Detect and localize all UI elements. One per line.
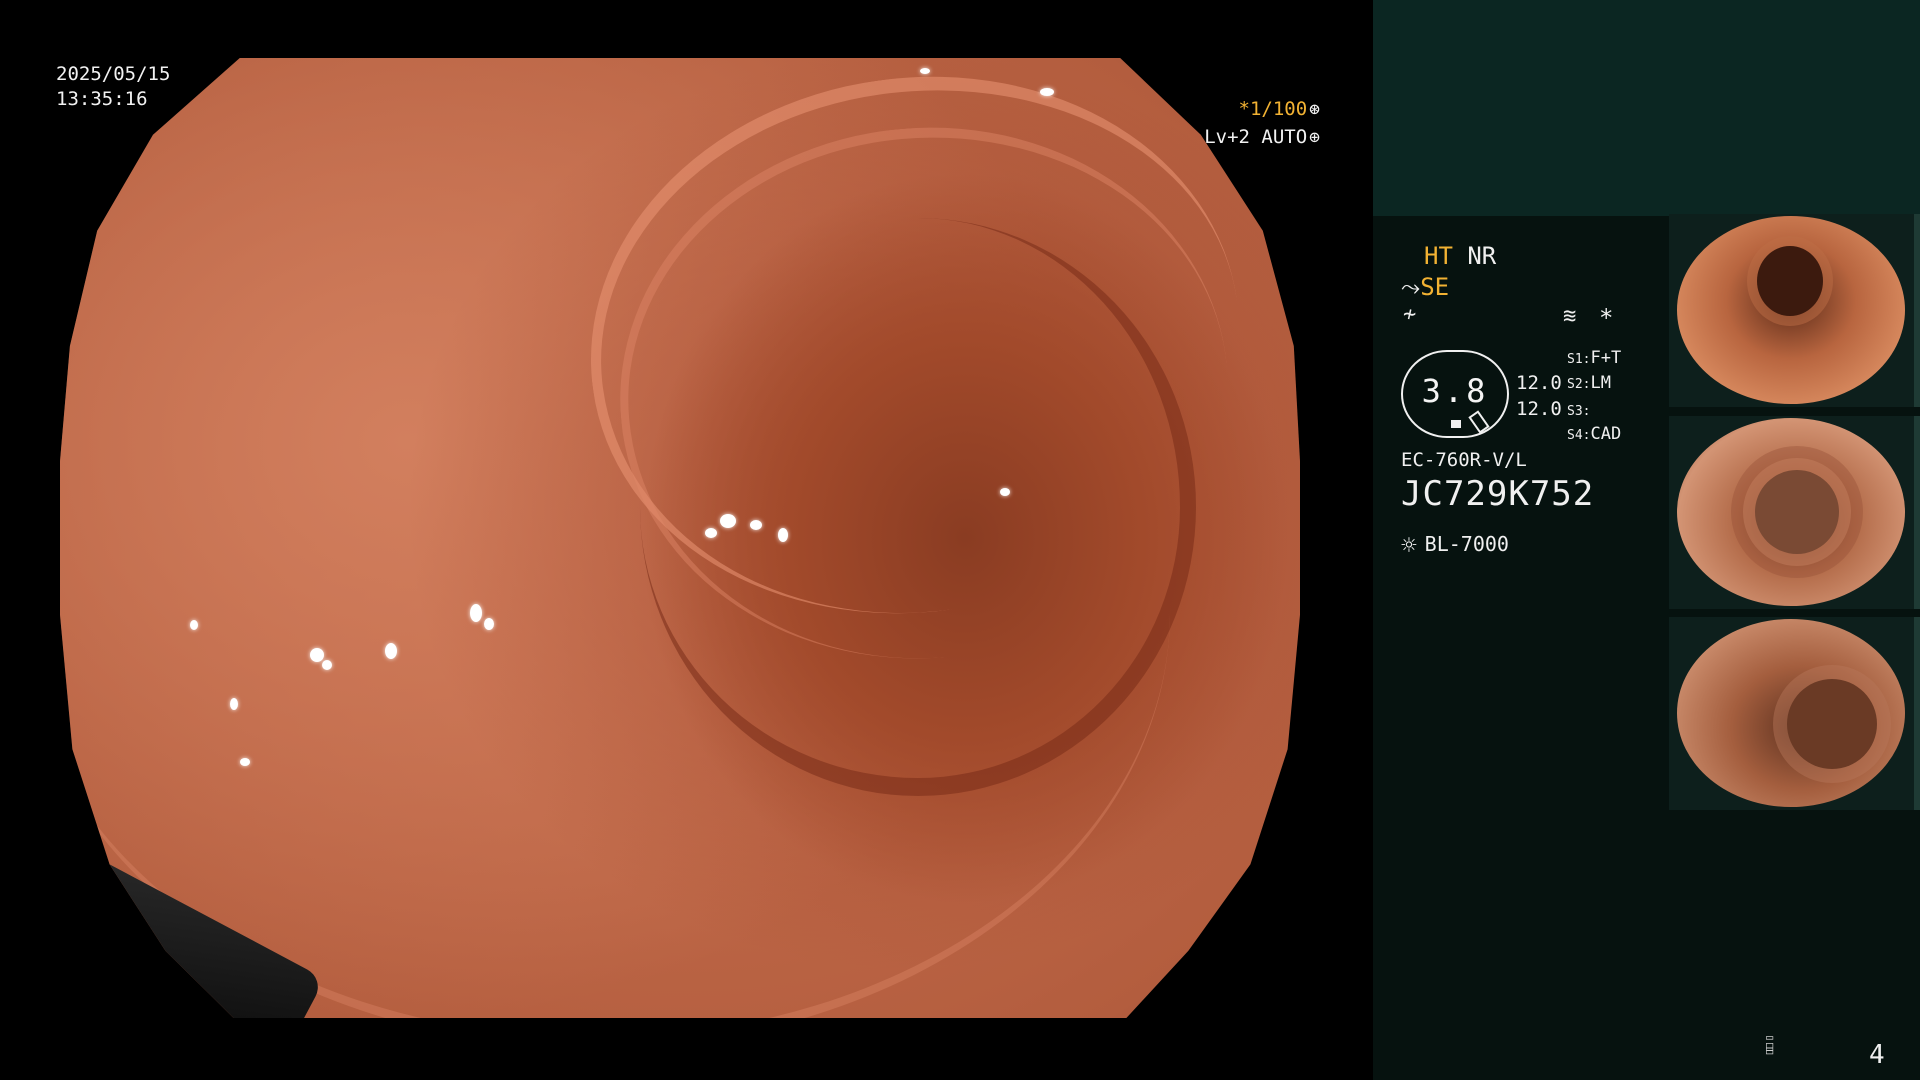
light-source-model: BL-7000 bbox=[1424, 532, 1509, 556]
iris-icon: ⊕ bbox=[1309, 127, 1320, 148]
aperture-icon: ⊛ bbox=[1309, 99, 1320, 120]
endoscopy-monitor: 2025/05/15 13:35:16 *1/100 ⊛ Lv+2 AUTO ⊕ H… bbox=[0, 0, 1920, 1080]
light-reflection bbox=[920, 68, 930, 74]
light-reflection bbox=[1000, 488, 1010, 496]
enhancement-indicator: ⤳SE bbox=[1401, 273, 1449, 301]
pen-icon bbox=[1468, 410, 1490, 434]
switch-s1: S1:F+T bbox=[1567, 348, 1622, 368]
setting-value-a: 12.0 bbox=[1516, 372, 1562, 394]
setting-value-b: 12.0 bbox=[1516, 398, 1562, 420]
storage-icon: ▭ ⌸ bbox=[1766, 1030, 1774, 1056]
zoom-value: 3.8 bbox=[1421, 372, 1489, 410]
nr-mode: NR bbox=[1467, 242, 1497, 270]
light-reflection bbox=[705, 528, 717, 538]
capture-time: 13:35:16 bbox=[56, 88, 148, 110]
thumbnail-image bbox=[1677, 418, 1905, 606]
scope-model: EC-760R-V/L bbox=[1401, 449, 1527, 471]
se-mode: SE bbox=[1420, 273, 1450, 301]
capture-thumbnail[interactable] bbox=[1669, 214, 1920, 407]
light-reflection bbox=[322, 660, 332, 670]
ht-mode: HT bbox=[1424, 242, 1453, 270]
thumbnail-image bbox=[1677, 619, 1905, 807]
light-source: ☼ BL-7000 bbox=[1401, 531, 1509, 561]
mode-indicator: HT NR bbox=[1424, 242, 1496, 270]
page-number: 4 bbox=[1869, 1040, 1885, 1070]
thumbnail-lumen bbox=[1757, 246, 1823, 316]
light-reflection bbox=[720, 514, 736, 528]
scope-serial: JC729K752 bbox=[1401, 474, 1595, 514]
light-reflection bbox=[310, 648, 324, 662]
thumbnail-edge bbox=[1914, 416, 1920, 609]
shutter-indicator: *1/100 ⊛ bbox=[1239, 98, 1320, 120]
light-reflection bbox=[385, 643, 397, 659]
endoscope-live-view bbox=[60, 58, 1300, 1018]
thumbnail-edge bbox=[1914, 214, 1920, 407]
light-source-icon: ☼ bbox=[1401, 531, 1417, 561]
info-panel-header bbox=[1373, 0, 1920, 216]
switch-s4: S4:CAD bbox=[1567, 424, 1622, 444]
switch-s3: S3: bbox=[1567, 404, 1591, 419]
capture-thumbnail[interactable] bbox=[1669, 617, 1920, 810]
switch-s2: S2:LM bbox=[1567, 373, 1611, 393]
structure-icon: ≋ bbox=[1563, 304, 1577, 329]
light-reflection bbox=[484, 618, 494, 630]
capture-datetime: 2025/05/15 13:35:16 bbox=[56, 62, 170, 112]
freeze-icon: ≁ bbox=[1403, 302, 1417, 327]
brightness-level: Lv+2 AUTO bbox=[1204, 126, 1308, 148]
light-reflection bbox=[750, 520, 762, 530]
capture-date: 2025/05/15 bbox=[56, 63, 171, 85]
capture-thumbnail[interactable] bbox=[1669, 416, 1920, 609]
brightness-level-indicator: Lv+2 AUTO ⊕ bbox=[1204, 126, 1320, 148]
light-reflection bbox=[190, 620, 198, 630]
thumbnail-lumen bbox=[1755, 470, 1839, 554]
light-reflection bbox=[1040, 88, 1054, 96]
thumbnail-lumen bbox=[1787, 679, 1877, 769]
light-reflection bbox=[240, 758, 250, 766]
light-reflection bbox=[778, 528, 788, 542]
thumbnail-image bbox=[1677, 216, 1905, 404]
enhancement-icon: ⤳ bbox=[1401, 273, 1421, 301]
thumbnail-edge bbox=[1914, 617, 1920, 810]
zoom-badge: 3.8 bbox=[1401, 350, 1509, 438]
zoom-marker-icon bbox=[1451, 420, 1461, 428]
star-marker: * bbox=[1599, 304, 1614, 332]
shutter-speed: *1/100 bbox=[1238, 98, 1308, 120]
light-reflection bbox=[470, 604, 482, 622]
light-reflection bbox=[230, 698, 238, 710]
